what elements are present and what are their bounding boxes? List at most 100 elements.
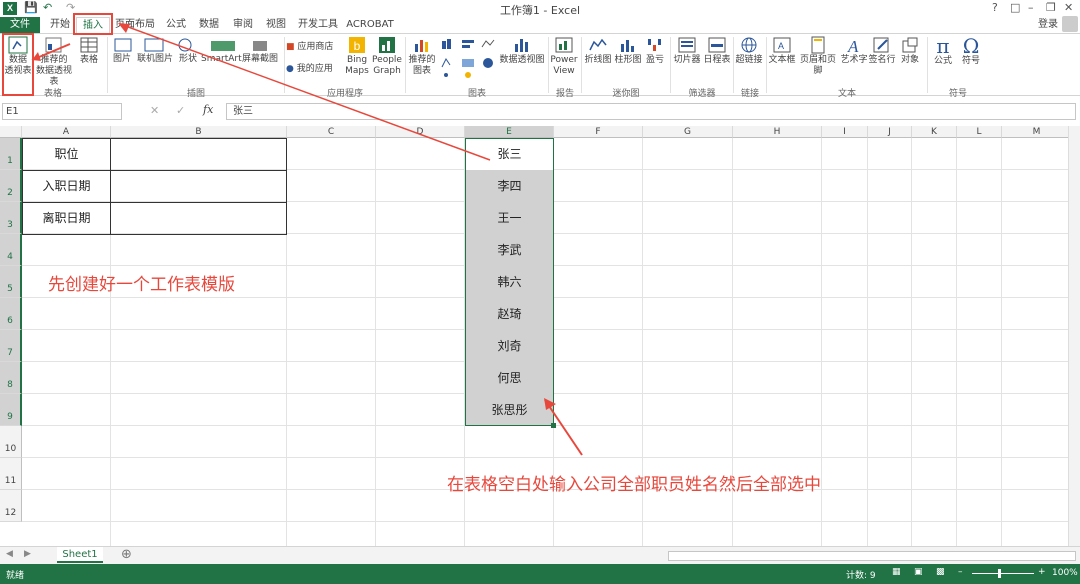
tab-insert[interactable]: 插入 xyxy=(76,17,110,33)
sparkline-winloss-button[interactable]: 盈亏 xyxy=(643,36,667,66)
name-cell[interactable]: 韩六 xyxy=(465,266,554,298)
power-view-button[interactable]: Power View xyxy=(550,36,578,77)
worksheet-grid[interactable]: A B C D E F G H I J K L M 1 2 3 4 5 6 7 8 9 10 11 12 张三 李四 王一 李武 韩六 赵琦… xyxy=(0,126,1080,546)
cancel-icon[interactable]: ✕ xyxy=(150,104,159,117)
column-header[interactable]: G xyxy=(643,126,733,138)
column-header[interactable]: H xyxy=(733,126,822,138)
tab-acrobat[interactable]: ACROBAT xyxy=(345,17,395,33)
name-cell[interactable]: 张三 xyxy=(465,138,554,170)
column-header[interactable]: B xyxy=(111,126,287,138)
column-header[interactable]: F xyxy=(554,126,643,138)
app-store-button[interactable]: ■ 应用商店 xyxy=(286,42,338,53)
tab-home[interactable]: 开始 xyxy=(44,17,76,33)
restore-button[interactable]: ❐ xyxy=(1046,1,1056,14)
equation-button[interactable]: π 公式 xyxy=(929,36,957,67)
hyperlink-button[interactable]: 超链接 xyxy=(735,36,763,66)
my-apps-button[interactable]: ● 我的应用 xyxy=(286,64,342,75)
zoom-in-icon[interactable]: + xyxy=(1038,567,1046,577)
online-picture-button[interactable]: 联机图片 xyxy=(137,54,173,65)
column-header[interactable]: C xyxy=(287,126,376,138)
bing-maps-button[interactable]: b Bing Maps xyxy=(344,36,370,77)
next-sheet-icon[interactable]: ▶ xyxy=(24,549,31,559)
column-header[interactable]: D xyxy=(376,126,465,138)
prev-sheet-icon[interactable]: ◀ xyxy=(6,549,13,559)
name-cell[interactable]: 李武 xyxy=(465,234,554,266)
tab-file[interactable]: 文件 xyxy=(0,17,40,33)
name-cell[interactable]: 刘奇 xyxy=(465,330,554,362)
close-button[interactable]: ✕ xyxy=(1064,1,1073,14)
screenshot-button[interactable]: 屏幕截图 xyxy=(241,54,279,65)
column-header[interactable]: K xyxy=(912,126,957,138)
symbol-button[interactable]: Ω 符号 xyxy=(957,36,985,67)
tab-page-layout[interactable]: 页面布局 xyxy=(114,17,156,33)
zoom-slider[interactable] xyxy=(972,573,1034,574)
name-cell[interactable]: 何思 xyxy=(465,362,554,394)
page-break-view-icon[interactable]: ▩ xyxy=(936,567,945,577)
tab-view[interactable]: 视图 xyxy=(262,17,290,33)
minimize-button[interactable]: – xyxy=(1028,1,1034,14)
help-button[interactable]: ? xyxy=(992,1,998,14)
picture-button[interactable]: 图片 xyxy=(111,54,133,65)
smartart-button[interactable]: SmartArt xyxy=(201,54,242,65)
template-value-cell[interactable] xyxy=(110,170,287,203)
formula-input[interactable]: 张三 xyxy=(226,103,1076,120)
zoom-out-icon[interactable]: – xyxy=(958,567,963,577)
pivot-table-button[interactable]: 数据 透视表 xyxy=(3,36,33,84)
tab-developer[interactable]: 开发工具 xyxy=(295,17,341,33)
signin-link[interactable]: 登录 xyxy=(1038,17,1058,33)
sheet-tab-sheet1[interactable]: Sheet1 xyxy=(57,547,103,563)
row-header[interactable]: 5 xyxy=(0,266,22,298)
template-value-cell[interactable] xyxy=(110,138,287,171)
tab-review[interactable]: 审阅 xyxy=(229,17,257,33)
enter-icon[interactable]: ✓ xyxy=(176,104,185,117)
column-header[interactable]: M xyxy=(1002,126,1072,138)
column-header[interactable]: L xyxy=(957,126,1002,138)
avatar[interactable] xyxy=(1062,16,1078,32)
object-button[interactable]: 对象 xyxy=(896,36,924,66)
fx-button[interactable]: fx xyxy=(203,103,213,116)
page-layout-view-icon[interactable]: ▣ xyxy=(914,567,923,577)
pivot-chart-button[interactable]: 数据透视图 xyxy=(498,36,546,66)
column-header[interactable]: J xyxy=(868,126,912,138)
name-cell[interactable]: 赵琦 xyxy=(465,298,554,330)
signature-line-button[interactable]: 签名行 xyxy=(868,36,896,66)
timeline-button[interactable]: 日程表 xyxy=(702,36,732,66)
row-header[interactable]: 11 xyxy=(0,458,22,490)
wordart-button[interactable]: A 艺术字 xyxy=(840,36,868,66)
column-header[interactable]: A xyxy=(22,126,111,138)
zoom-slider-thumb[interactable] xyxy=(998,569,1001,578)
sparkline-line-button[interactable]: 折线图 xyxy=(583,36,613,66)
select-all-corner[interactable] xyxy=(0,126,22,138)
normal-view-icon[interactable]: ▦ xyxy=(892,567,901,577)
row-header[interactable]: 7 xyxy=(0,330,22,362)
row-header[interactable]: 10 xyxy=(0,426,22,458)
row-header[interactable]: 4 xyxy=(0,234,22,266)
name-cell[interactable]: 王一 xyxy=(465,202,554,234)
slicer-button[interactable]: 切片器 xyxy=(672,36,702,66)
shapes-button[interactable]: 形状 xyxy=(177,54,199,65)
header-footer-button[interactable]: 页眉和页脚 xyxy=(796,36,840,77)
name-box[interactable]: E1 xyxy=(2,103,122,120)
row-header[interactable]: 2 xyxy=(0,170,22,202)
row-header[interactable]: 9 xyxy=(0,394,22,426)
textbox-button[interactable]: A 文本框 xyxy=(768,36,796,66)
tab-formulas[interactable]: 公式 xyxy=(162,17,190,33)
table-button[interactable]: 表格 xyxy=(77,36,101,66)
row-header[interactable]: 6 xyxy=(0,298,22,330)
add-sheet-icon[interactable]: ⊕ xyxy=(121,547,132,562)
row-header[interactable]: 3 xyxy=(0,202,22,234)
tab-data[interactable]: 数据 xyxy=(195,17,223,33)
ribbon-display-icon[interactable]: □ xyxy=(1010,1,1020,14)
template-value-cell[interactable] xyxy=(110,202,287,235)
sparkline-column-button[interactable]: 柱形图 xyxy=(613,36,643,66)
name-cell[interactable]: 李四 xyxy=(465,170,554,202)
name-cell[interactable]: 张思彤 xyxy=(465,394,554,426)
column-header[interactable]: I xyxy=(822,126,868,138)
horizontal-scrollbar[interactable] xyxy=(668,551,1076,561)
recommended-pivot-button[interactable]: 推荐的 数据透视表 xyxy=(33,36,75,88)
row-header[interactable]: 12 xyxy=(0,490,22,522)
row-header[interactable]: 8 xyxy=(0,362,22,394)
vertical-scrollbar[interactable] xyxy=(1068,126,1080,546)
row-header[interactable]: 1 xyxy=(0,138,22,170)
column-header[interactable]: E xyxy=(465,126,554,138)
